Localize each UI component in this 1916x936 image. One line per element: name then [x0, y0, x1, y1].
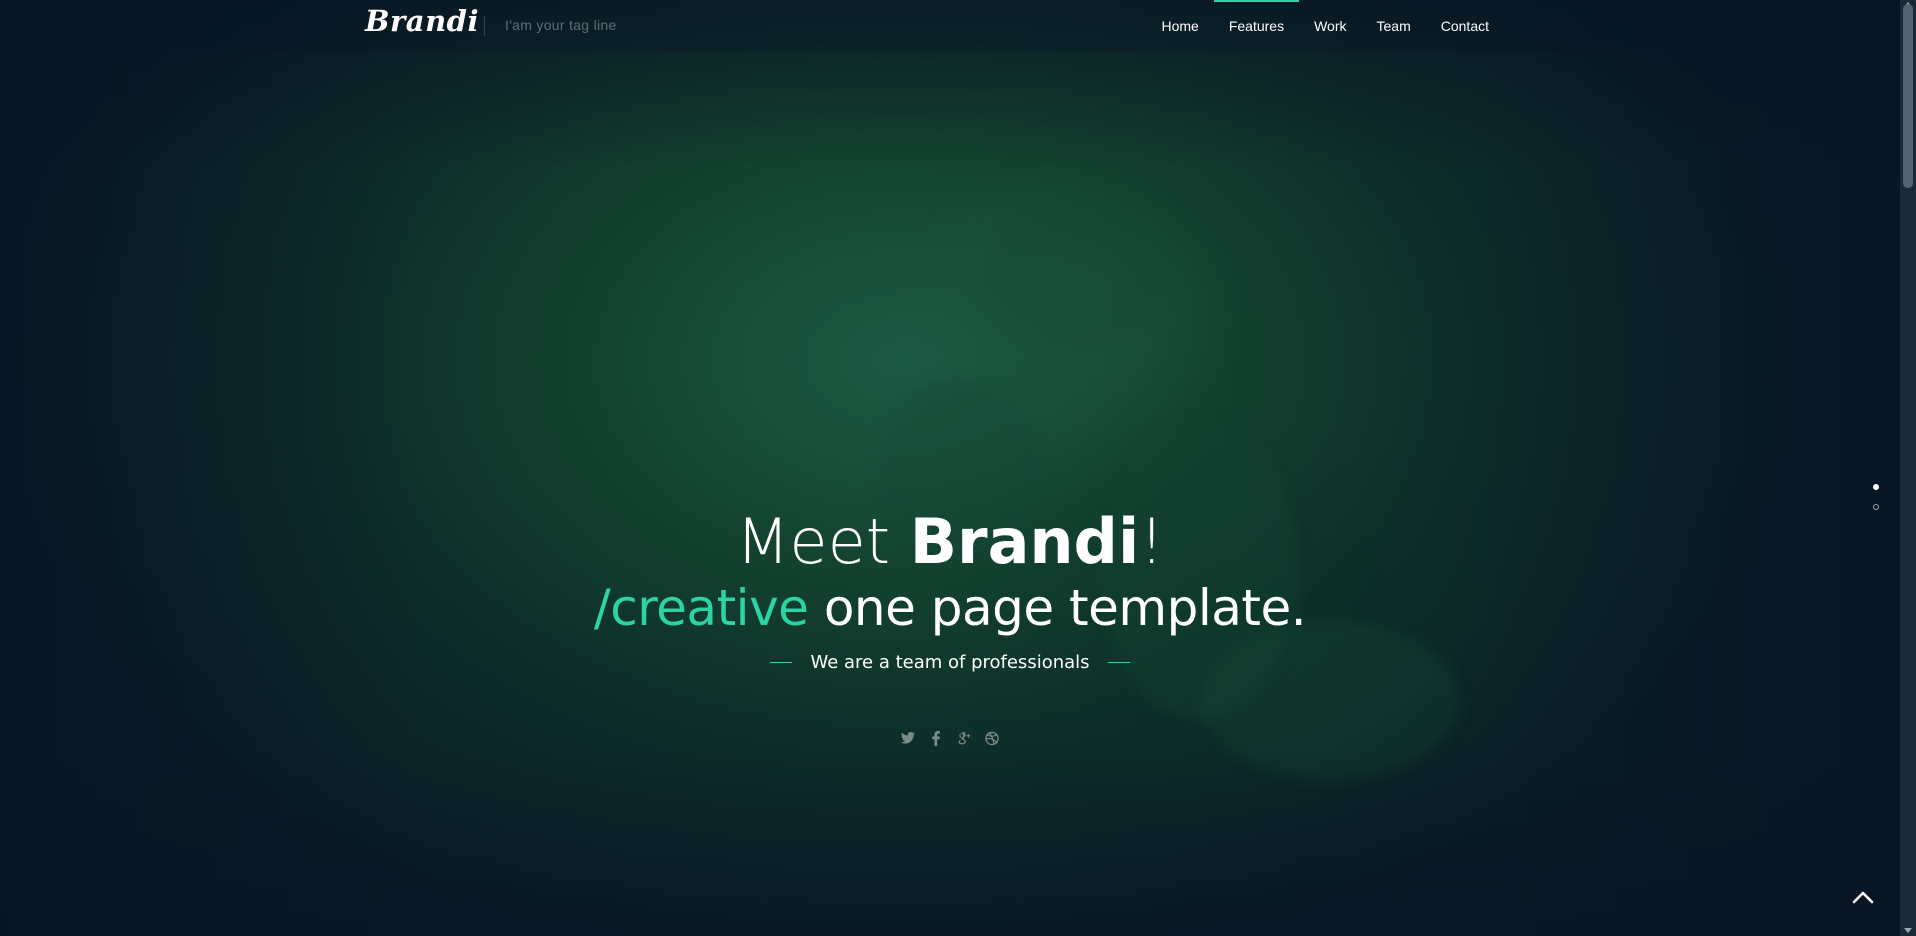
google-plus-icon[interactable]: [957, 730, 971, 746]
dribbble-icon[interactable]: [985, 730, 999, 746]
nav-contact[interactable]: Contact: [1426, 0, 1504, 52]
scroll-to-top-button[interactable]: [1848, 884, 1878, 908]
tagline-right-dash: [1107, 662, 1130, 663]
twitter-icon[interactable]: [901, 730, 915, 746]
chevron-up-icon: [1852, 891, 1874, 904]
hero-tagline: We are a team of professionals: [810, 652, 1090, 673]
page: Brandi I'am your tag line Home Features …: [0, 0, 1916, 936]
hero-subtitle-rest: one page template.: [808, 579, 1307, 637]
hero-title: Meet Brandi!: [0, 502, 1900, 582]
social-links: [0, 730, 1900, 746]
logo[interactable]: Brandi: [365, 4, 479, 38]
hero-title-brand: Brandi: [909, 505, 1140, 578]
nav-work[interactable]: Work: [1299, 0, 1361, 52]
facebook-icon[interactable]: [929, 730, 943, 746]
hero-subtitle: /creative one page template.: [0, 575, 1900, 641]
nav-features[interactable]: Features: [1213, 0, 1300, 52]
scrollbar-thumb[interactable]: [1903, 4, 1913, 188]
hero-title-suffix: !: [1139, 505, 1165, 578]
main-nav: Home Features Work Team Contact: [1146, 0, 1504, 52]
hero-title-prefix: Meet: [735, 505, 910, 578]
nav-team[interactable]: Team: [1362, 0, 1426, 52]
hero-tagline-row: We are a team of professionals: [0, 652, 1900, 673]
header-tagline: I'am your tag line: [505, 17, 617, 33]
slide-pagination: [1870, 484, 1882, 524]
hero-background-image: [0, 0, 1900, 936]
scroll-down-arrow-icon[interactable]: [1904, 928, 1912, 933]
tagline-left-dash: [770, 662, 793, 663]
page-scrollbar[interactable]: [1900, 0, 1916, 936]
logo-divider: [484, 16, 485, 36]
slide-dot-2[interactable]: [1873, 504, 1879, 510]
site-header: Brandi I'am your tag line Home Features …: [0, 0, 1900, 52]
hero-subtitle-accent: /creative: [593, 579, 809, 637]
nav-home[interactable]: Home: [1146, 0, 1213, 52]
slide-dot-1[interactable]: [1873, 484, 1879, 490]
